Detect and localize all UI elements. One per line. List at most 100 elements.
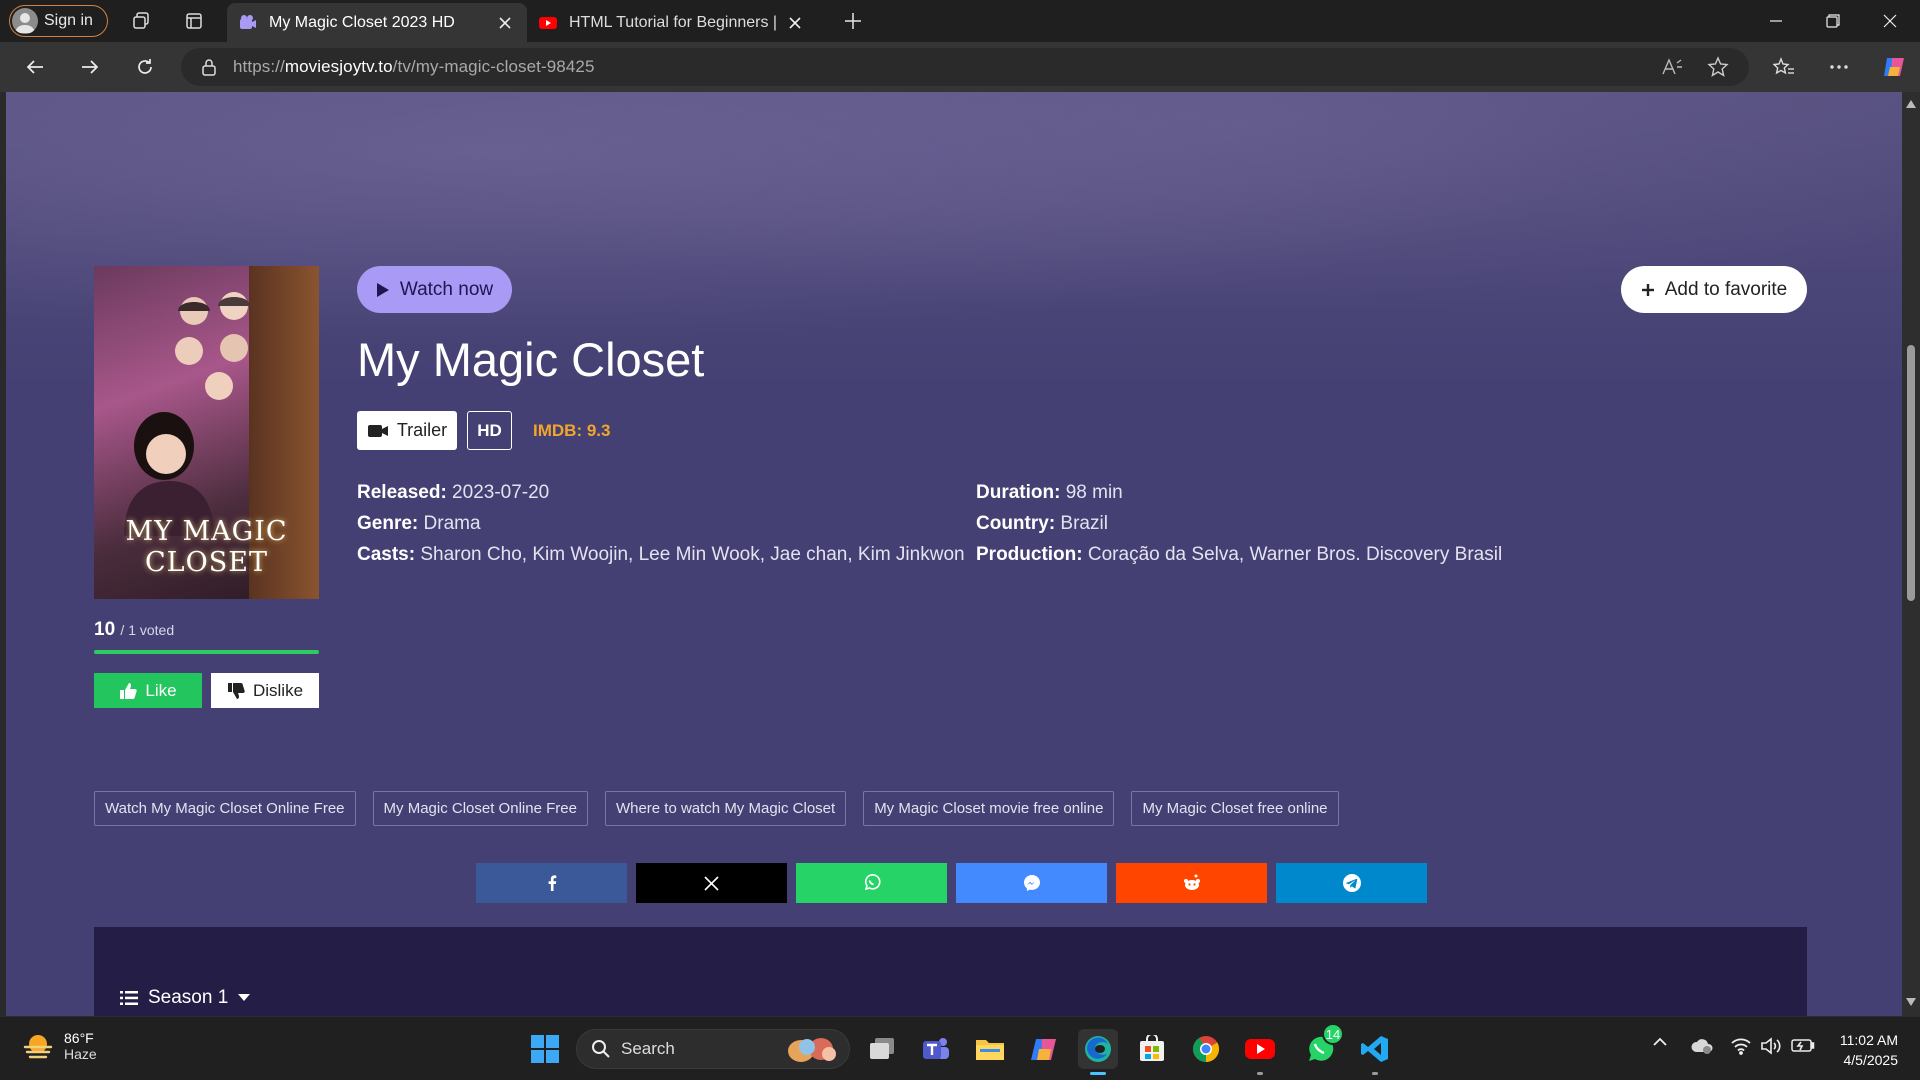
tab-my-magic-closet[interactable]: My Magic Closet 2023 HD (227, 3, 527, 42)
tab-label: HTML Tutorial for Beginners | Con (569, 13, 777, 31)
whatsapp-icon (864, 874, 881, 891)
reddit-icon (1183, 874, 1200, 890)
youtube-icon[interactable] (1240, 1029, 1280, 1075)
taskbar-search[interactable]: Search (576, 1029, 850, 1069)
forward-icon[interactable] (72, 49, 108, 85)
favorite-star-icon[interactable] (1707, 56, 1729, 78)
copilot-icon[interactable] (1876, 49, 1912, 85)
telegram-icon (1342, 874, 1361, 892)
back-icon[interactable] (17, 49, 53, 85)
rating-votes: / 1 voted (120, 622, 175, 638)
task-view-icon[interactable] (862, 1029, 902, 1069)
share-facebook-button[interactable] (476, 863, 627, 903)
keyword-tags: Watch My Magic Closet Online Free My Mag… (94, 791, 1339, 826)
imdb-rating: IMDB: 9.3 (533, 421, 611, 440)
workspaces-icon[interactable] (124, 4, 158, 38)
vscode-icon[interactable] (1355, 1029, 1395, 1075)
system-clock[interactable]: 11:02 AM 4/5/2025 (1840, 1030, 1898, 1070)
weather-condition: Haze (64, 1046, 97, 1062)
like-button[interactable]: Like (94, 673, 202, 708)
browser-tab-bar: Sign in My Magic Closet 2023 HD HTML Tut… (0, 0, 1920, 42)
meta-left-column: Released: 2023-07-20 Genre: Drama Casts:… (357, 477, 965, 570)
add-favorite-label: Add to favorite (1664, 278, 1788, 300)
meta-genre: Genre: Drama (357, 513, 481, 534)
scrollbar-thumb[interactable] (1907, 345, 1915, 601)
moviesjoy-favicon-icon (240, 14, 256, 29)
scroll-up-icon[interactable] (1906, 100, 1916, 108)
refresh-icon[interactable] (127, 49, 163, 85)
profile-avatar-icon (12, 8, 38, 34)
poster-title-text: MY MAGIC CLOSET (125, 516, 288, 578)
share-x-button[interactable] (636, 863, 787, 903)
close-tab-icon[interactable] (495, 13, 515, 33)
add-to-favorite-button[interactable]: Add to favorite (1621, 266, 1807, 313)
thumbs-down-icon (227, 682, 245, 699)
list-icon (120, 991, 138, 1005)
episodes-panel: Season 1 (94, 927, 1807, 1016)
share-whatsapp-button[interactable] (796, 863, 947, 903)
whatsapp-taskbar-icon[interactable]: 14 (1300, 1023, 1344, 1069)
onedrive-sync-icon[interactable] (1690, 1037, 1714, 1055)
tab-actions-icon[interactable] (177, 4, 211, 38)
keyword-tag[interactable]: My Magic Closet free online (1131, 791, 1339, 826)
dislike-button[interactable]: Dislike (211, 673, 319, 708)
show-hidden-icons-icon[interactable] (1652, 1037, 1668, 1047)
battery-icon[interactable] (1791, 1037, 1815, 1053)
close-tab-icon[interactable] (785, 13, 805, 33)
chrome-icon[interactable] (1186, 1029, 1226, 1069)
play-icon (376, 282, 389, 297)
share-messenger-button[interactable] (956, 863, 1107, 903)
page-viewport: MY MAGIC CLOSET 10 / 1 voted Like Dislike… (0, 92, 1920, 1016)
season-dropdown[interactable]: Season 1 (120, 987, 251, 1009)
rating-score: 10 / 1 voted (94, 619, 175, 640)
weather-widget[interactable]: 86°F Haze (22, 1030, 97, 1062)
rating-bar (94, 650, 319, 654)
watch-now-label: Watch now (399, 278, 494, 300)
share-buttons (476, 863, 1427, 903)
meta-duration: Duration: 98 min (976, 482, 1123, 503)
trailer-label: Trailer (396, 420, 448, 440)
meta-casts: Casts: Sharon Cho, Kim Woojin, Lee Min W… (357, 544, 965, 565)
url-field[interactable]: https://moviesjoytv.to/tv/my-magic-close… (181, 48, 1749, 86)
microsoft-store-icon[interactable] (1132, 1029, 1172, 1069)
clock-date: 4/5/2025 (1843, 1052, 1899, 1068)
search-highlight-icon (788, 1038, 836, 1062)
scroll-down-icon[interactable] (1906, 998, 1916, 1006)
volume-icon[interactable] (1760, 1037, 1782, 1055)
favorites-icon[interactable] (1766, 49, 1802, 85)
season-label: Season 1 (148, 987, 229, 1008)
edge-icon[interactable] (1078, 1029, 1118, 1075)
trailer-button[interactable]: Trailer (357, 411, 457, 450)
lock-icon[interactable] (201, 58, 217, 76)
keyword-tag[interactable]: My Magic Closet Online Free (372, 791, 588, 826)
meta-country: Country: Brazil (976, 513, 1108, 534)
sign-in-button[interactable]: Sign in (9, 5, 108, 37)
copilot-taskbar-icon[interactable] (1024, 1029, 1064, 1069)
read-aloud-icon[interactable] (1661, 57, 1683, 77)
meta-released: Released: 2023-07-20 (357, 482, 550, 503)
new-tab-icon[interactable] (836, 4, 870, 38)
minimize-icon[interactable] (1748, 0, 1804, 42)
like-label: Like (145, 680, 177, 700)
search-placeholder: Search (621, 1039, 675, 1058)
notification-badge: 14 (1322, 1023, 1344, 1045)
facebook-icon (548, 875, 556, 891)
windows-start-icon[interactable] (525, 1029, 565, 1069)
share-reddit-button[interactable] (1116, 863, 1267, 903)
file-explorer-icon[interactable] (970, 1029, 1010, 1069)
teams-icon[interactable] (916, 1029, 956, 1069)
viewport-edge (0, 92, 6, 1016)
restore-icon[interactable] (1805, 0, 1861, 42)
x-icon (704, 875, 719, 891)
keyword-tag[interactable]: My Magic Closet movie free online (863, 791, 1115, 826)
tab-html-tutorial[interactable]: HTML Tutorial for Beginners | Con (527, 3, 817, 42)
page-scrollbar[interactable] (1902, 92, 1920, 1016)
keyword-tag[interactable]: Watch My Magic Closet Online Free (94, 791, 356, 826)
keyword-tag[interactable]: Where to watch My Magic Closet (604, 791, 847, 826)
watch-now-button[interactable]: Watch now (357, 266, 512, 313)
close-window-icon[interactable] (1862, 0, 1918, 42)
wifi-icon[interactable] (1730, 1037, 1752, 1055)
more-options-icon[interactable] (1821, 49, 1857, 85)
share-telegram-button[interactable] (1276, 863, 1427, 903)
url-text: https://moviesjoytv.to/tv/my-magic-close… (233, 57, 595, 76)
